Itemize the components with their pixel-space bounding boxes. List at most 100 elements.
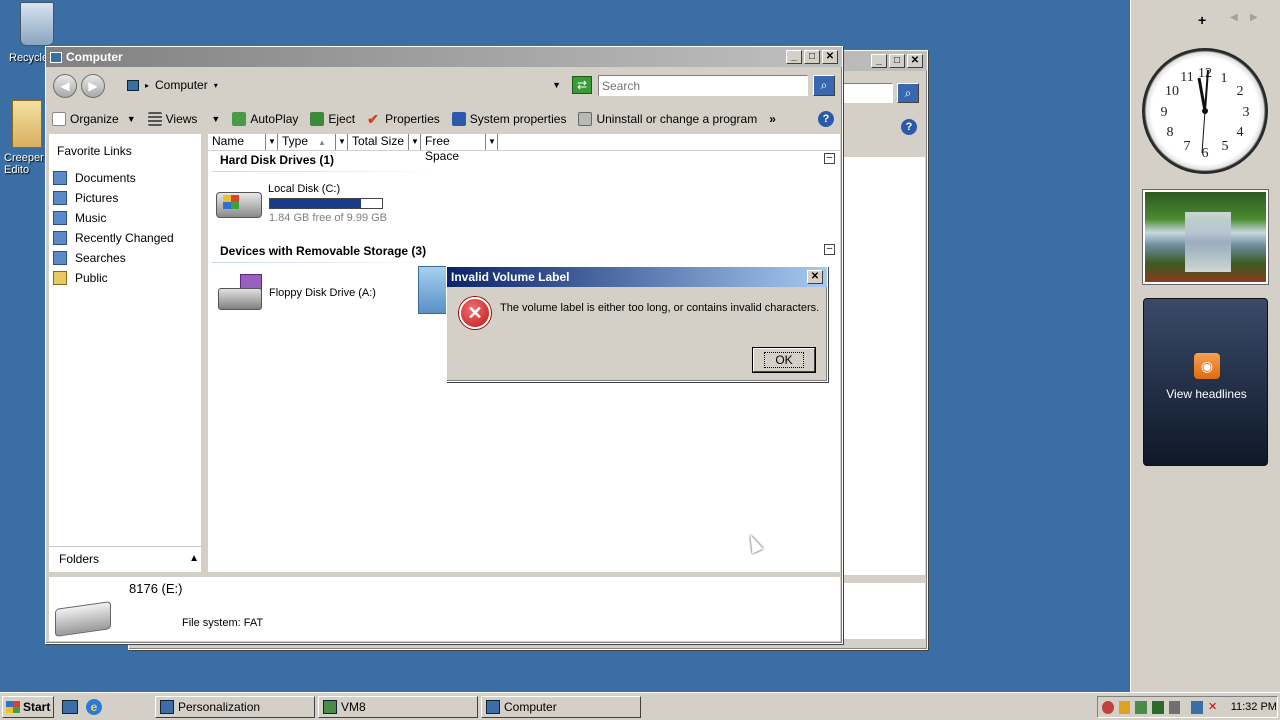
ok-label: OK bbox=[764, 352, 804, 368]
error-dialog[interactable]: Invalid Volume Label ✕ ✕ The volume labe… bbox=[446, 266, 828, 382]
column-dropdown[interactable]: ▼ bbox=[336, 134, 348, 150]
cd-drive-icon[interactable] bbox=[418, 266, 448, 314]
system-properties-icon bbox=[451, 112, 466, 126]
tray-clock[interactable]: 11:32 PM bbox=[1231, 701, 1277, 713]
address-bar[interactable]: ▸ Computer ▾ ▼ bbox=[122, 75, 568, 95]
music-icon bbox=[53, 211, 67, 225]
properties-button[interactable]: ✔ Properties bbox=[367, 112, 440, 126]
sidebar-item-pictures[interactable]: Pictures bbox=[49, 188, 201, 208]
taskbar-button-computer[interactable]: Computer bbox=[481, 696, 641, 718]
column-header-name[interactable]: Name bbox=[208, 134, 266, 150]
taskbar-button-vm8[interactable]: VM8 bbox=[318, 696, 478, 718]
collapse-icon[interactable]: – bbox=[824, 153, 835, 164]
start-button[interactable]: Start bbox=[2, 696, 54, 718]
group-header-removable[interactable]: Devices with Removable Storage (3) bbox=[220, 244, 426, 258]
column-header-total-size[interactable]: Total Size bbox=[348, 134, 409, 150]
details-filesystem: File system: FAT bbox=[182, 617, 264, 629]
explorer-titlebar[interactable]: Computer _ □ ✕ bbox=[46, 47, 842, 67]
network-user-icon[interactable] bbox=[1102, 700, 1114, 714]
svg-text:7: 7 bbox=[1184, 139, 1191, 154]
forward-button[interactable]: ▶ bbox=[81, 74, 105, 98]
svg-text:3: 3 bbox=[1243, 105, 1250, 120]
chevron-right-icon[interactable]: ▸ bbox=[145, 81, 149, 90]
monitor-icon[interactable] bbox=[1191, 700, 1204, 714]
close-icon[interactable]: ✕ bbox=[822, 50, 838, 64]
sidebar-item-public[interactable]: Public bbox=[49, 268, 201, 288]
show-desktop-icon[interactable] bbox=[62, 700, 78, 714]
eject-button[interactable]: Eject bbox=[310, 112, 355, 126]
column-header-type[interactable]: Type ▲ bbox=[278, 134, 336, 150]
drive-item-floppy[interactable]: Floppy Disk Drive (A:) bbox=[214, 272, 394, 316]
window-title: Computer bbox=[66, 50, 123, 64]
search-icon[interactable]: ⌕ bbox=[813, 75, 835, 96]
sidebar-nav-left-icon[interactable]: ◀ bbox=[1230, 12, 1238, 23]
column-header-free-space[interactable]: Free Space bbox=[421, 134, 486, 163]
folders-toggle[interactable]: Folders ▲ bbox=[49, 546, 203, 570]
add-gadget-icon[interactable]: + bbox=[1198, 12, 1206, 28]
taskbar-button-personalization[interactable]: Personalization bbox=[155, 696, 315, 718]
uninstall-button[interactable]: Uninstall or change a program bbox=[578, 112, 757, 126]
svg-text:9: 9 bbox=[1161, 105, 1168, 120]
close-icon[interactable]: ✕ bbox=[807, 270, 823, 284]
internet-explorer-icon[interactable]: e bbox=[86, 699, 102, 715]
views-button[interactable]: Views ▼ bbox=[147, 112, 220, 126]
column-dropdown[interactable]: ▼ bbox=[486, 134, 498, 150]
network-icon[interactable] bbox=[1135, 700, 1148, 714]
personalization-icon bbox=[160, 700, 174, 714]
help-icon[interactable]: ? bbox=[901, 119, 917, 135]
minimize-icon[interactable]: _ bbox=[871, 54, 887, 68]
minimize-icon[interactable]: _ bbox=[786, 50, 802, 64]
sidebar-item-music[interactable]: Music bbox=[49, 208, 201, 228]
refresh-icon[interactable]: ⇄ bbox=[572, 76, 592, 94]
command-toolbar: Organize ▼ Views ▼ AutoPlay Eject ✔ Propert… bbox=[52, 109, 836, 129]
sidebar-item-recently-changed[interactable]: Recently Changed bbox=[49, 228, 201, 248]
search-icon[interactable]: ⌕ bbox=[897, 83, 919, 103]
help-icon[interactable]: ? bbox=[818, 111, 834, 127]
search-input[interactable] bbox=[598, 75, 808, 96]
more-button[interactable]: » bbox=[769, 112, 776, 126]
view-headlines-label[interactable]: View headlines bbox=[1144, 387, 1269, 401]
folders-label: Folders bbox=[59, 551, 100, 566]
collapse-icon[interactable]: – bbox=[824, 244, 835, 255]
connection-icon[interactable] bbox=[1168, 700, 1181, 714]
start-label: Start bbox=[23, 700, 51, 714]
uninstall-label: Uninstall or change a program bbox=[596, 112, 758, 126]
rss-icon: ◉ bbox=[1194, 353, 1220, 379]
details-name: 8176 (E:) bbox=[129, 581, 183, 596]
pictures-icon bbox=[53, 191, 67, 205]
svg-text:10: 10 bbox=[1165, 84, 1179, 99]
sidebar-item-documents[interactable]: Documents bbox=[49, 168, 201, 188]
clock-face-icon: 12 12 345 678 91011 bbox=[1161, 66, 1250, 161]
back-button[interactable]: ◀ bbox=[53, 74, 77, 98]
system-properties-button[interactable]: System properties bbox=[451, 112, 567, 126]
drive-name: Floppy Disk Drive (A:) bbox=[269, 287, 376, 299]
sidebar-tray-icon[interactable] bbox=[1152, 700, 1164, 714]
clock-gadget[interactable]: 12 1 2 345 678 9 10 11 bbox=[1142, 48, 1268, 174]
maximize-icon[interactable]: □ bbox=[804, 50, 820, 64]
ok-button[interactable]: OK bbox=[752, 347, 816, 373]
windows-logo-icon bbox=[6, 701, 20, 713]
chevron-down-icon[interactable]: ▾ bbox=[214, 81, 218, 90]
maximize-icon[interactable]: □ bbox=[889, 54, 905, 68]
address-dropdown-icon[interactable]: ▼ bbox=[552, 80, 561, 90]
autoplay-button[interactable]: AutoPlay bbox=[232, 112, 298, 126]
organize-button[interactable]: Organize ▼ bbox=[52, 112, 136, 126]
volume-muted-icon[interactable]: ✕ bbox=[1208, 701, 1220, 714]
chevron-down-icon: ▼ bbox=[126, 114, 136, 124]
system-properties-label: System properties bbox=[469, 112, 567, 126]
column-dropdown[interactable]: ▼ bbox=[266, 134, 278, 150]
drive-usage-fill bbox=[270, 199, 362, 208]
security-icon[interactable] bbox=[1118, 700, 1131, 714]
drive-item-local-disk[interactable]: Local Disk (C:) 1.84 GB free of 9.99 GB bbox=[214, 182, 394, 228]
details-pane: 8176 (E:) File system: FAT bbox=[49, 577, 840, 641]
dialog-titlebar[interactable]: Invalid Volume Label ✕ bbox=[447, 267, 827, 287]
close-icon[interactable]: ✕ bbox=[907, 54, 923, 68]
sidebar-nav-right-icon[interactable]: ▶ bbox=[1250, 12, 1258, 23]
group-header-hdd[interactable]: Hard Disk Drives (1) bbox=[220, 153, 334, 167]
feed-headlines-gadget[interactable]: ◉ View headlines bbox=[1143, 298, 1268, 466]
column-dropdown[interactable]: ▼ bbox=[409, 134, 421, 150]
slideshow-gadget[interactable] bbox=[1143, 190, 1268, 284]
bg-search-input[interactable] bbox=[841, 83, 893, 103]
sidebar-item-searches[interactable]: Searches bbox=[49, 248, 201, 268]
views-icon bbox=[147, 112, 162, 126]
